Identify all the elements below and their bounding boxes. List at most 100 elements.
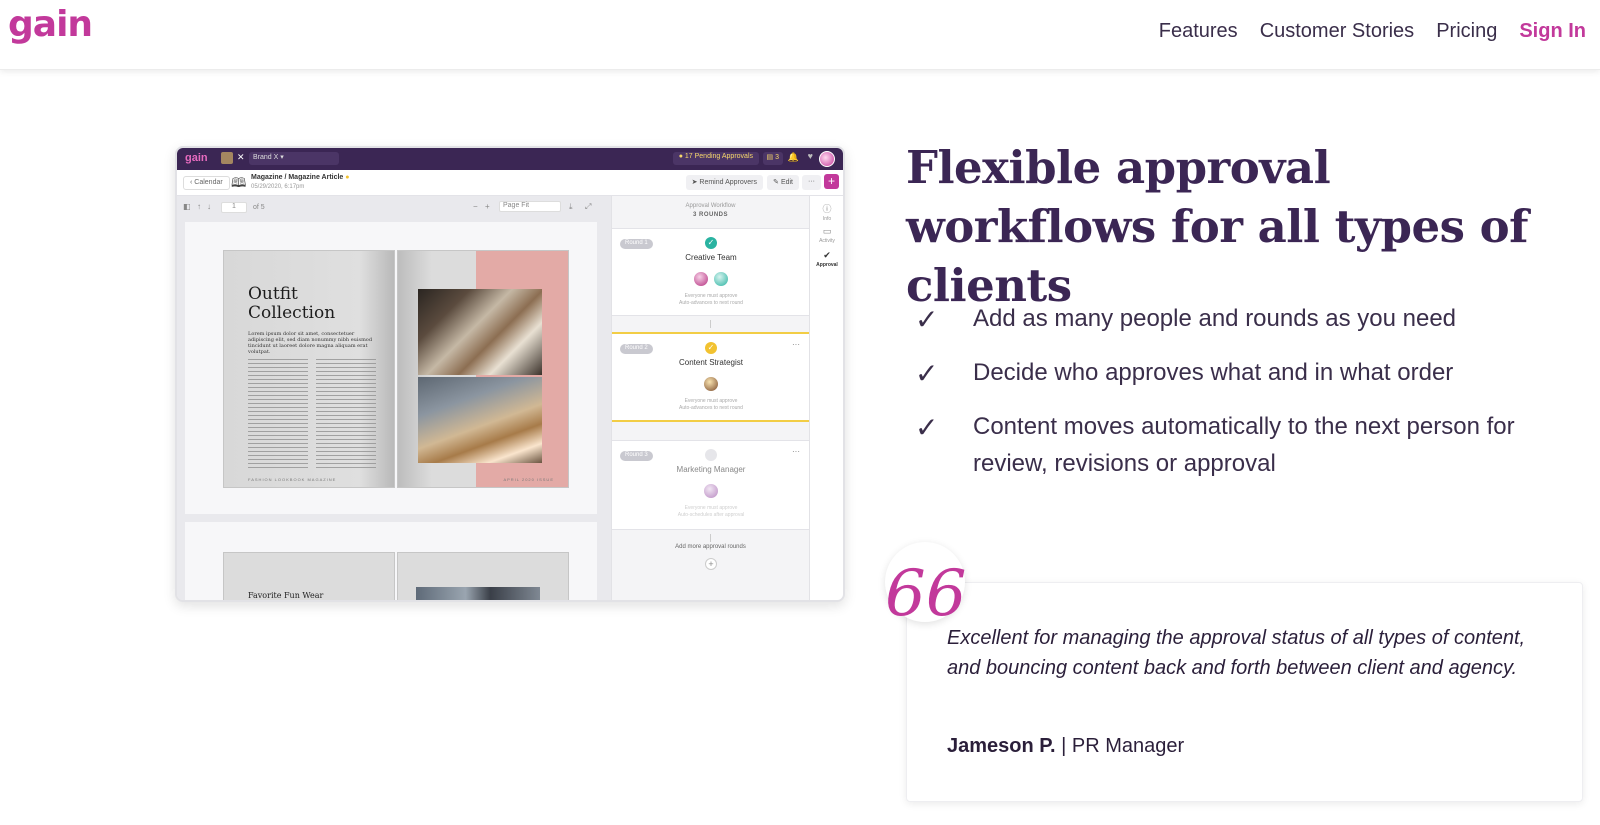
document-page-1: Outfit Collection Lorem ipsum dolor sit … [185, 222, 597, 514]
round-menu-icon: ··· [792, 447, 800, 456]
nav-sign-in-link[interactable]: Sign In [1519, 20, 1586, 43]
nav-customer-stories-link[interactable]: Customer Stories [1260, 20, 1415, 43]
round-approvers [612, 376, 810, 397]
remind-approvers-button: ➤ Remind Approvers [685, 175, 763, 190]
rail-approval: ✔ Approval [810, 250, 843, 268]
round-rule-2: Auto-advances to next round [679, 405, 743, 411]
brand-selector: Brand X ▾ [249, 152, 339, 165]
round-rules: Everyone must approve Auto-advances to n… [612, 293, 810, 307]
magazine-right-page-2 [397, 552, 569, 600]
zoom-out-icon: − [473, 202, 478, 211]
bell-icon: 🔔 [787, 152, 799, 162]
round-rule-1: Everyone must approve [684, 293, 738, 299]
add-icon: + [824, 174, 839, 189]
document-page-2: Favorite Fun Wear [185, 522, 597, 600]
feature-text: Content moves automatically to the next … [973, 413, 1515, 477]
back-to-calendar-button: ‹ Calendar [183, 176, 230, 190]
viewer-toolbar: ◧ ↑ ↓ 1 of 5 − + Page Fit ⤓ ⤢ [177, 196, 611, 218]
add-round-icon: + [705, 558, 717, 570]
empty-status-icon [705, 449, 717, 461]
author-name: Jameson P. [947, 735, 1056, 757]
round-approvers [612, 483, 810, 504]
approval-round-2: Round 2 ··· ✓ Content Strategist Everyon… [612, 332, 810, 422]
notification-count: ▤ 3 [762, 152, 783, 165]
round-rule-1: Everyone must approve [684, 505, 738, 511]
magazine-title-line-1: Outfit [248, 284, 298, 304]
round-connector [710, 320, 711, 328]
pending-approvals-badge: ● 17 Pending Approvals [672, 152, 759, 165]
document-toolbar: ‹ Calendar 🕮 Magazine / Magazine Article… [177, 170, 843, 196]
star-icon: ● [345, 174, 350, 181]
heart-icon: ♥ [807, 151, 813, 161]
pending-check-icon: ✓ [705, 342, 717, 354]
magazine-text-column-2 [316, 359, 376, 469]
rail-info: ⓘ Info [810, 202, 843, 222]
fashion-model-photo [418, 377, 542, 463]
fullscreen-icon: ⤢ [585, 202, 592, 211]
rail-activity-label: Activity [819, 238, 835, 244]
round-rule-2: Auto-schedules after approval [677, 512, 745, 518]
round-badge: Round 2 [620, 344, 653, 354]
workflow-header: Approval Workflow 3 ROUNDS [612, 202, 809, 220]
feature-item: ✓ Content moves automatically to the nex… [915, 408, 1595, 482]
approver-avatar [713, 271, 729, 287]
section-headline: Flexible approval workflows for all type… [906, 141, 1529, 312]
magazine-footer: FASHION LOOKBOOK MAGAZINE [248, 477, 337, 482]
round-name: Creative Team [685, 253, 737, 262]
magazine-issue-footer: APRIL 2020 ISSUE [503, 477, 554, 482]
main-nav: Features Customer Stories Pricing Sign I… [1159, 20, 1586, 43]
top-navigation: gain Features Customer Stories Pricing S… [0, 0, 1600, 70]
activity-icon: ▭ [822, 226, 832, 236]
edit-label: Edit [780, 179, 793, 186]
feature-text: Decide who approves what and in what ord… [973, 359, 1454, 386]
nav-features-link[interactable]: Features [1159, 20, 1238, 43]
approval-round-3: Round 3 ··· Marketing Manager Everyone m… [612, 440, 810, 530]
pending-approvals-label: 17 Pending Approvals [684, 153, 753, 160]
nav-pricing-link[interactable]: Pricing [1436, 20, 1497, 43]
document-date: 05/29/2020, 6:17pm [251, 184, 305, 190]
notification-count-value: 3 [775, 154, 779, 161]
round-rule-1: Everyone must approve [684, 398, 738, 404]
feature-item: ✓ Decide who approves what and in what o… [915, 354, 1595, 391]
brand-name: Brand X [253, 154, 279, 161]
remind-approvers-label: Remind Approvers [699, 179, 757, 186]
checkmark-icon: ✓ [915, 303, 939, 336]
gain-logo[interactable]: gain [8, 4, 93, 45]
rail-info-label: Info [822, 216, 832, 222]
magazine-intro: Lorem ipsum dolor sit amet, consectetuer… [248, 331, 373, 355]
round-menu-icon: ··· [792, 340, 800, 349]
page-2-title: Favorite Fun Wear [248, 591, 324, 600]
side-rail: ⓘ Info ▭ Activity ✔ Approval [809, 196, 843, 600]
add-rounds-label: Add more approval rounds [675, 544, 746, 550]
user-avatar [819, 151, 835, 167]
workflow-label: Approval Workflow [685, 203, 736, 209]
testimonial-card: Excellent for managing the approval stat… [906, 582, 1583, 802]
magazine-spread-2: Favorite Fun Wear [223, 552, 569, 600]
round-badge: Round 3 [620, 451, 653, 461]
book-icon: 🕮 [231, 175, 247, 190]
magazine-title-line-2: Collection [248, 303, 336, 323]
approver-avatar [693, 271, 709, 287]
magazine-right-page: APRIL 2020 ISSUE [397, 250, 569, 488]
brand-thumbnail [221, 152, 233, 164]
back-label: Calendar [194, 179, 223, 186]
magazine-text-column-1 [248, 359, 308, 469]
author-role: | PR Manager [1055, 735, 1185, 757]
checkmark-icon: ✓ [915, 357, 939, 390]
arrow-down-icon: ↓ [207, 202, 211, 211]
feature-text: Add as many people and rounds as you nee… [973, 305, 1457, 332]
workflow-rounds-count: 3 ROUNDS [692, 212, 728, 218]
round-badge: Round 1 [620, 239, 653, 249]
zoom-in-icon: + [485, 202, 490, 211]
rail-approval-label: Approval [816, 262, 838, 268]
round-rule-2: Auto-advances to next round [679, 300, 743, 306]
download-icon: ⤓ [569, 202, 573, 211]
round-name: Marketing Manager [676, 465, 746, 474]
check-icon: ✓ [705, 237, 717, 249]
magazine-spread: Outfit Collection Lorem ipsum dolor sit … [223, 250, 569, 490]
round-approvers [612, 271, 810, 292]
clothing-rack-photo [418, 289, 542, 375]
product-screenshot: gain ✕ Brand X ▾ ● 17 Pending Approvals … [175, 146, 845, 602]
info-icon: ⓘ [822, 204, 832, 214]
feature-list: ✓ Add as many people and rounds as you n… [915, 300, 1595, 499]
